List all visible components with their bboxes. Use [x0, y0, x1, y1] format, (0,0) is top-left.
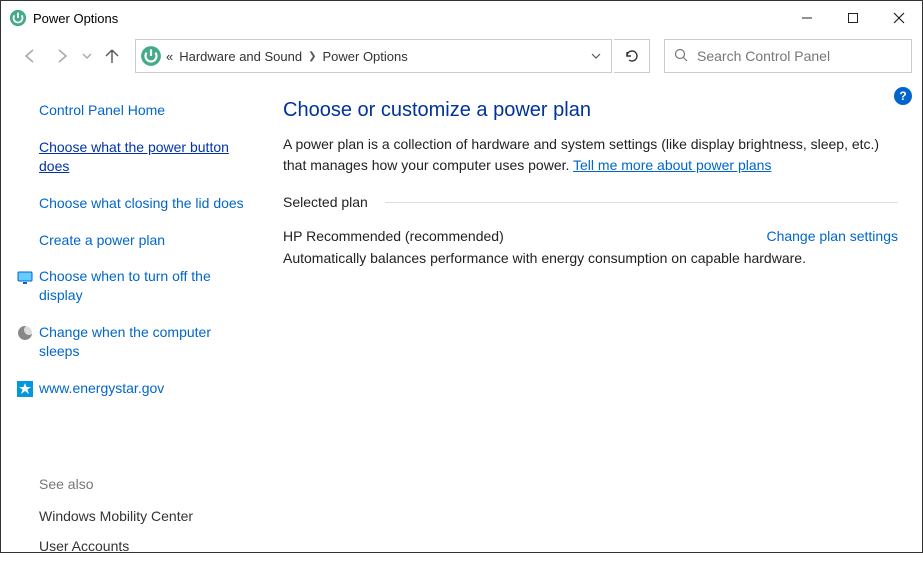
power-options-icon — [9, 9, 27, 27]
up-button[interactable] — [97, 41, 127, 71]
forward-button[interactable] — [47, 41, 77, 71]
title-bar: Power Options — [1, 1, 922, 35]
search-input[interactable] — [697, 48, 911, 64]
display-icon — [17, 269, 33, 285]
change-plan-settings-link[interactable]: Change plan settings — [766, 228, 898, 244]
sidebar-link-create-plan[interactable]: Create a power plan — [39, 231, 249, 250]
sidebar-link-power-button[interactable]: Choose what the power button does — [39, 138, 249, 176]
moon-icon — [17, 325, 33, 341]
sidebar-link-sleep[interactable]: Change when the computer sleeps — [39, 323, 249, 361]
maximize-button[interactable] — [830, 1, 876, 35]
sidebar-link-closing-lid[interactable]: Choose what closing the lid does — [39, 194, 249, 213]
plan-row: HP Recommended (recommended) Change plan… — [283, 228, 898, 244]
breadcrumb-prefix[interactable]: « — [166, 49, 173, 64]
address-bar[interactable]: « Hardware and Sound ❯ Power Options — [135, 39, 612, 73]
window-title: Power Options — [33, 11, 784, 26]
chevron-right-icon: ❯ — [308, 51, 316, 62]
refresh-button[interactable] — [614, 39, 650, 73]
breadcrumb-power-options[interactable]: Power Options — [322, 49, 407, 64]
see-also-label: See also — [39, 476, 249, 492]
selected-plan-label: Selected plan — [283, 194, 898, 210]
sidebar: Control Panel Home Choose what the power… — [1, 89, 259, 568]
control-panel-home-link[interactable]: Control Panel Home — [39, 101, 249, 120]
address-dropdown[interactable] — [579, 40, 611, 72]
minimize-button[interactable] — [784, 1, 830, 35]
see-also-user-accounts[interactable]: User Accounts — [39, 538, 249, 554]
content-area: Control Panel Home Choose what the power… — [1, 77, 922, 568]
recent-dropdown[interactable] — [79, 41, 95, 71]
plan-name: HP Recommended (recommended) — [283, 228, 504, 244]
breadcrumb: « Hardware and Sound ❯ Power Options — [166, 49, 579, 64]
sidebar-link-turn-off-display[interactable]: Choose when to turn off the display — [39, 267, 249, 305]
window-controls — [784, 1, 922, 35]
see-also-mobility-center[interactable]: Windows Mobility Center — [39, 508, 249, 524]
main-panel: Choose or customize a power plan A power… — [259, 89, 922, 568]
breadcrumb-hardware-and-sound[interactable]: Hardware and Sound — [179, 49, 302, 64]
navigation-bar: « Hardware and Sound ❯ Power Options — [1, 35, 922, 77]
learn-more-link[interactable]: Tell me more about power plans — [573, 157, 771, 173]
sidebar-link-energystar[interactable]: www.energystar.gov — [39, 379, 164, 398]
page-heading: Choose or customize a power plan — [283, 99, 898, 122]
energystar-icon — [17, 381, 33, 397]
plan-description: Automatically balances performance with … — [283, 250, 898, 266]
search-icon — [665, 48, 697, 65]
help-icon[interactable]: ? — [894, 87, 912, 105]
location-icon — [140, 45, 162, 67]
search-box[interactable] — [664, 39, 912, 73]
page-description: A power plan is a collection of hardware… — [283, 134, 898, 176]
back-button[interactable] — [15, 41, 45, 71]
close-button[interactable] — [876, 1, 922, 35]
